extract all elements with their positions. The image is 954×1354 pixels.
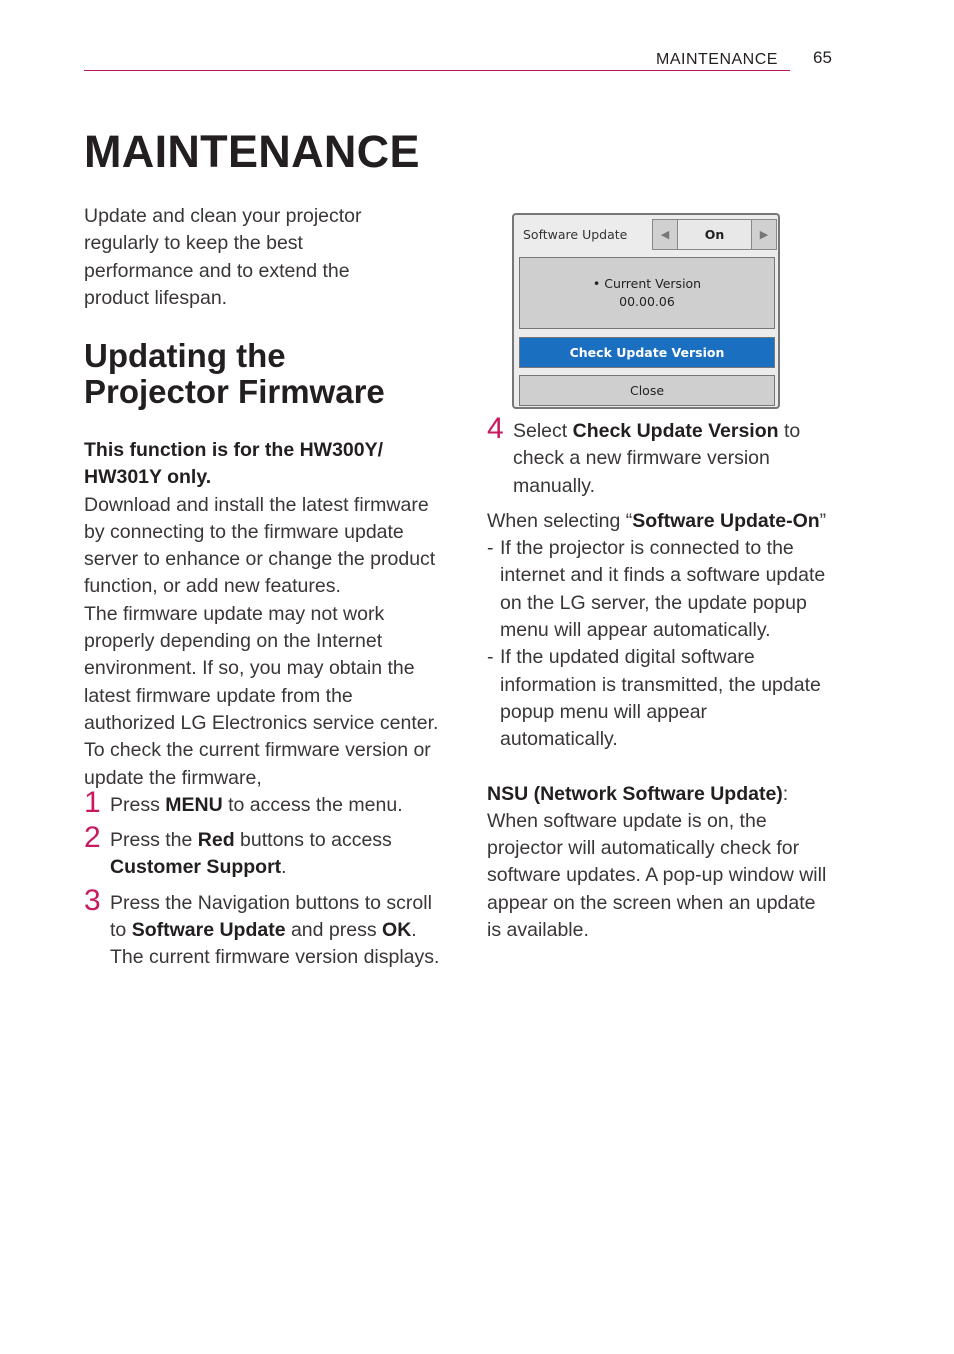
step-number: 2 (84, 821, 101, 855)
current-version-panel: • Current Version 00.00.06 (519, 257, 775, 329)
left-column: This function is for the HW300Y/ HW301Y … (84, 437, 444, 972)
nsu-colon: : (782, 782, 789, 805)
step-text: . (411, 919, 417, 942)
close-button[interactable]: Close (519, 375, 775, 406)
when-bold: Software Update-On (632, 509, 820, 532)
step-text: buttons to access (234, 829, 392, 852)
paragraph-check: To check the current firmware version or… (84, 739, 431, 789)
step-number: 1 (84, 785, 101, 819)
step-1: 1 Press MENU to access the menu. (84, 787, 444, 819)
step-bold: Software Update (131, 919, 286, 942)
step-4: 4 Select Check Update Version to check a… (487, 414, 827, 500)
step-3: 3 Press the Navigation buttons to scroll… (84, 885, 444, 972)
step-text: to access the menu. (222, 793, 403, 816)
step-number: 3 (84, 883, 101, 917)
when-text: When selecting “ (487, 509, 633, 532)
step-text: Press (110, 793, 166, 816)
software-update-osd: Software Update ◀ On ▶ • Current Version… (512, 213, 780, 409)
current-version-label: • Current Version (592, 276, 702, 291)
running-header-section: MAINTENANCE (656, 51, 778, 68)
step-result-text: The current firmware version displays. (110, 946, 440, 969)
step-bold: OK (382, 919, 412, 942)
step-bold: Red (197, 829, 235, 852)
triangle-left-icon[interactable]: ◀ (653, 220, 678, 249)
bullet-item: If the updated digital software informat… (487, 644, 827, 753)
when-selecting-heading: When selecting “Software Update-On” (487, 508, 827, 535)
page-number: 65 (813, 48, 832, 67)
header-divider (84, 70, 790, 71)
step-bold: Customer Support (110, 856, 282, 879)
section-title-line2: Projector Firmware (84, 373, 385, 410)
stepper-value: On (704, 227, 725, 242)
step-bold: Check Update Version (572, 420, 779, 442)
software-update-stepper[interactable]: ◀ On ▶ (652, 219, 777, 250)
intro-paragraph: Update and clean your projector regularl… (84, 203, 414, 312)
step-number: 4 (487, 412, 504, 445)
when-text: ” (819, 509, 827, 532)
paragraph-network: The firmware update may not work properl… (84, 602, 439, 734)
section-title: Updating the Projector Firmware (84, 338, 444, 410)
step-2: 2 Press the Red buttons to access Custom… (84, 823, 444, 882)
step-text: . (281, 856, 287, 879)
model-note: This function is for the HW300Y/ HW301Y … (84, 439, 384, 489)
page-title: MAINTENANCE (84, 126, 420, 177)
nsu-title: NSU (Network Software Update) (487, 782, 783, 805)
intro-text: Update and clean your projector regularl… (84, 205, 362, 309)
step-text: Press the (110, 829, 198, 852)
nsu-heading: NSU (Network Software Update): (487, 781, 827, 808)
step-bold: MENU (165, 793, 223, 816)
check-update-version-button[interactable]: Check Update Version (519, 337, 775, 368)
osd-setting-label: Software Update (523, 227, 628, 242)
nsu-description: When software update is on, the projecto… (487, 809, 827, 942)
step-text: Select (513, 420, 573, 442)
right-column: 4 Select Check Update Version to check a… (487, 414, 827, 944)
step-text: and press (285, 919, 383, 942)
paragraph-download: Download and install the latest firmware… (84, 493, 436, 598)
current-version-value: 00.00.06 (619, 294, 675, 309)
section-title-line1: Updating the (84, 337, 286, 374)
bullet-item: If the projector is connected to the int… (487, 535, 827, 644)
triangle-right-icon[interactable]: ▶ (751, 220, 776, 249)
